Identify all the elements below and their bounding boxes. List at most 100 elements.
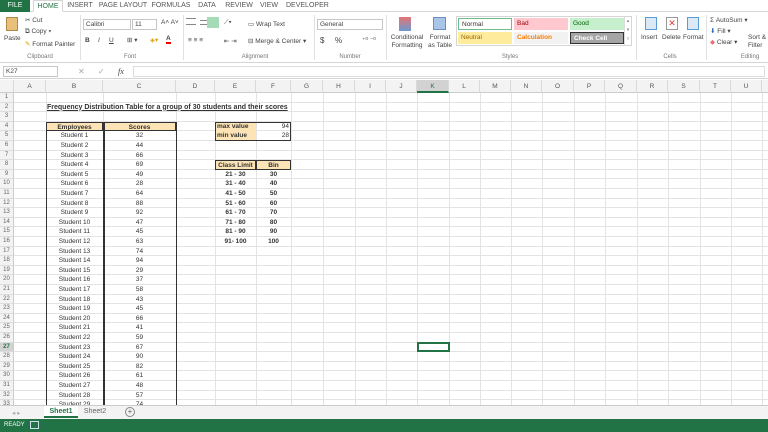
student-name[interactable]: Student 15: [46, 266, 103, 276]
merge-center-button[interactable]: ⊟ Merge & Center ▾: [248, 37, 306, 45]
student-name[interactable]: Student 26: [46, 371, 103, 381]
row-header-18[interactable]: 18: [0, 256, 14, 266]
student-score[interactable]: 28: [103, 179, 176, 189]
bin-value[interactable]: 90: [256, 227, 291, 237]
row-header-30[interactable]: 30: [0, 371, 14, 381]
orientation-icon[interactable]: ⟋▾: [224, 19, 232, 27]
tab-data[interactable]: DATA: [195, 0, 219, 12]
tab-formulas[interactable]: FORMULAS: [150, 0, 192, 12]
student-name[interactable]: Student 3: [46, 151, 103, 161]
column-header-M[interactable]: M: [480, 80, 511, 93]
tab-view[interactable]: VIEW: [258, 0, 280, 12]
row-header-20[interactable]: 20: [0, 275, 14, 285]
row-header-24[interactable]: 24: [0, 313, 14, 324]
format-painter-button[interactable]: ✎ Format Painter: [25, 40, 75, 48]
row-header-3[interactable]: 3: [0, 112, 14, 122]
currency-button[interactable]: $: [320, 36, 324, 45]
clear-button[interactable]: ◆ Clear ▾: [710, 38, 737, 46]
tab-review[interactable]: REVIEW: [224, 0, 254, 12]
wrap-text-button[interactable]: ▭ Wrap Text: [248, 20, 285, 28]
student-score[interactable]: 61: [103, 371, 176, 381]
insert-function-button[interactable]: fx: [118, 67, 124, 76]
bin-value[interactable]: 70: [256, 208, 291, 218]
student-name[interactable]: Student 18: [46, 295, 103, 305]
row-header-7[interactable]: 7: [0, 150, 14, 161]
student-name[interactable]: Student 20: [46, 314, 103, 324]
row-header-10[interactable]: 10: [0, 179, 14, 189]
paste-button[interactable]: Paste: [4, 35, 21, 42]
student-name[interactable]: Student 5: [46, 170, 103, 180]
student-name[interactable]: Student 1: [46, 131, 103, 141]
name-box[interactable]: K27: [3, 66, 58, 77]
student-score[interactable]: 49: [103, 170, 176, 180]
student-score[interactable]: 74: [103, 247, 176, 257]
student-name[interactable]: Student 16: [46, 275, 103, 285]
row-header-32[interactable]: 32: [0, 390, 14, 401]
column-header-S[interactable]: S: [668, 80, 700, 93]
class-limit[interactable]: 71 - 80: [215, 218, 256, 228]
sheet-title[interactable]: Frequency Distribution Table for a group…: [46, 103, 323, 113]
student-name[interactable]: Student 7: [46, 189, 103, 199]
selected-cell-k27[interactable]: [417, 341, 450, 353]
student-score[interactable]: 57: [103, 391, 176, 401]
font-name-select[interactable]: Calibri: [83, 19, 131, 30]
column-header-U[interactable]: U: [731, 80, 762, 93]
column-header-E[interactable]: E: [215, 80, 256, 93]
cell-style-good[interactable]: Good: [570, 18, 624, 30]
student-score[interactable]: 69: [103, 160, 176, 170]
row-header-11[interactable]: 11: [0, 189, 14, 199]
stat-value[interactable]: 28: [256, 131, 291, 141]
row-header-31[interactable]: 31: [0, 381, 14, 391]
column-header-F[interactable]: F: [256, 80, 291, 93]
student-score[interactable]: 58: [103, 285, 176, 295]
row-header-8[interactable]: 8: [0, 160, 14, 170]
cell-style-check-cell[interactable]: Check Cell: [570, 32, 624, 44]
student-score[interactable]: 63: [103, 237, 176, 247]
new-sheet-button[interactable]: +: [125, 407, 135, 417]
student-name[interactable]: Student 19: [46, 304, 103, 314]
column-header-O[interactable]: O: [542, 80, 574, 93]
student-name[interactable]: Student 28: [46, 391, 103, 401]
font-grow-shrink-icon[interactable]: A˄ A˅: [161, 19, 179, 26]
cell-style-normal[interactable]: Normal: [458, 18, 512, 30]
student-score[interactable]: 45: [103, 227, 176, 237]
number-format-select[interactable]: General: [317, 19, 383, 30]
font-size-select[interactable]: 11: [132, 19, 157, 30]
student-name[interactable]: Student 17: [46, 285, 103, 295]
student-name[interactable]: Student 10: [46, 218, 103, 228]
styles-gallery-scroll[interactable]: ▴ ▾ ▿: [624, 17, 631, 45]
row-header-27[interactable]: 27: [0, 342, 14, 353]
column-header-A[interactable]: A: [14, 80, 46, 93]
row-header-4[interactable]: 4: [0, 121, 14, 132]
align-top-icon[interactable]: [186, 18, 196, 25]
delete-button[interactable]: Delete: [662, 34, 681, 41]
tab-developer[interactable]: DEVELOPER: [286, 0, 329, 12]
student-score[interactable]: 82: [103, 362, 176, 372]
row-header-13[interactable]: 13: [0, 208, 14, 218]
bold-button[interactable]: B: [85, 37, 90, 44]
student-name[interactable]: Student 24: [46, 352, 103, 362]
column-header-G[interactable]: G: [291, 80, 323, 93]
student-score[interactable]: 48: [103, 381, 176, 391]
student-score[interactable]: 43: [103, 295, 176, 305]
enter-icon[interactable]: ✓: [98, 67, 105, 76]
student-score[interactable]: 66: [103, 151, 176, 161]
fill-color-icon[interactable]: ◈▾: [150, 36, 158, 44]
tab-home[interactable]: HOME: [33, 0, 63, 12]
column-header-K[interactable]: K: [417, 80, 449, 93]
bin-value[interactable]: 100: [256, 237, 291, 247]
bin-value[interactable]: 80: [256, 218, 291, 228]
formula-input[interactable]: [133, 66, 765, 77]
italic-button[interactable]: I: [98, 37, 100, 44]
sort-filter-button[interactable]: Sort & Filter: [748, 34, 768, 50]
column-header-T[interactable]: T: [700, 80, 731, 93]
student-score[interactable]: 41: [103, 323, 176, 333]
column-header-C[interactable]: C: [103, 80, 176, 93]
column-header-P[interactable]: P: [574, 80, 605, 93]
column-header-J[interactable]: J: [386, 80, 417, 93]
row-header-5[interactable]: 5: [0, 131, 14, 141]
format-as-table-button[interactable]: Format as Table: [426, 34, 454, 50]
bin-value[interactable]: 50: [256, 189, 291, 199]
student-score[interactable]: 90: [103, 352, 176, 362]
cell-style-calculation[interactable]: Calculation: [514, 32, 568, 44]
